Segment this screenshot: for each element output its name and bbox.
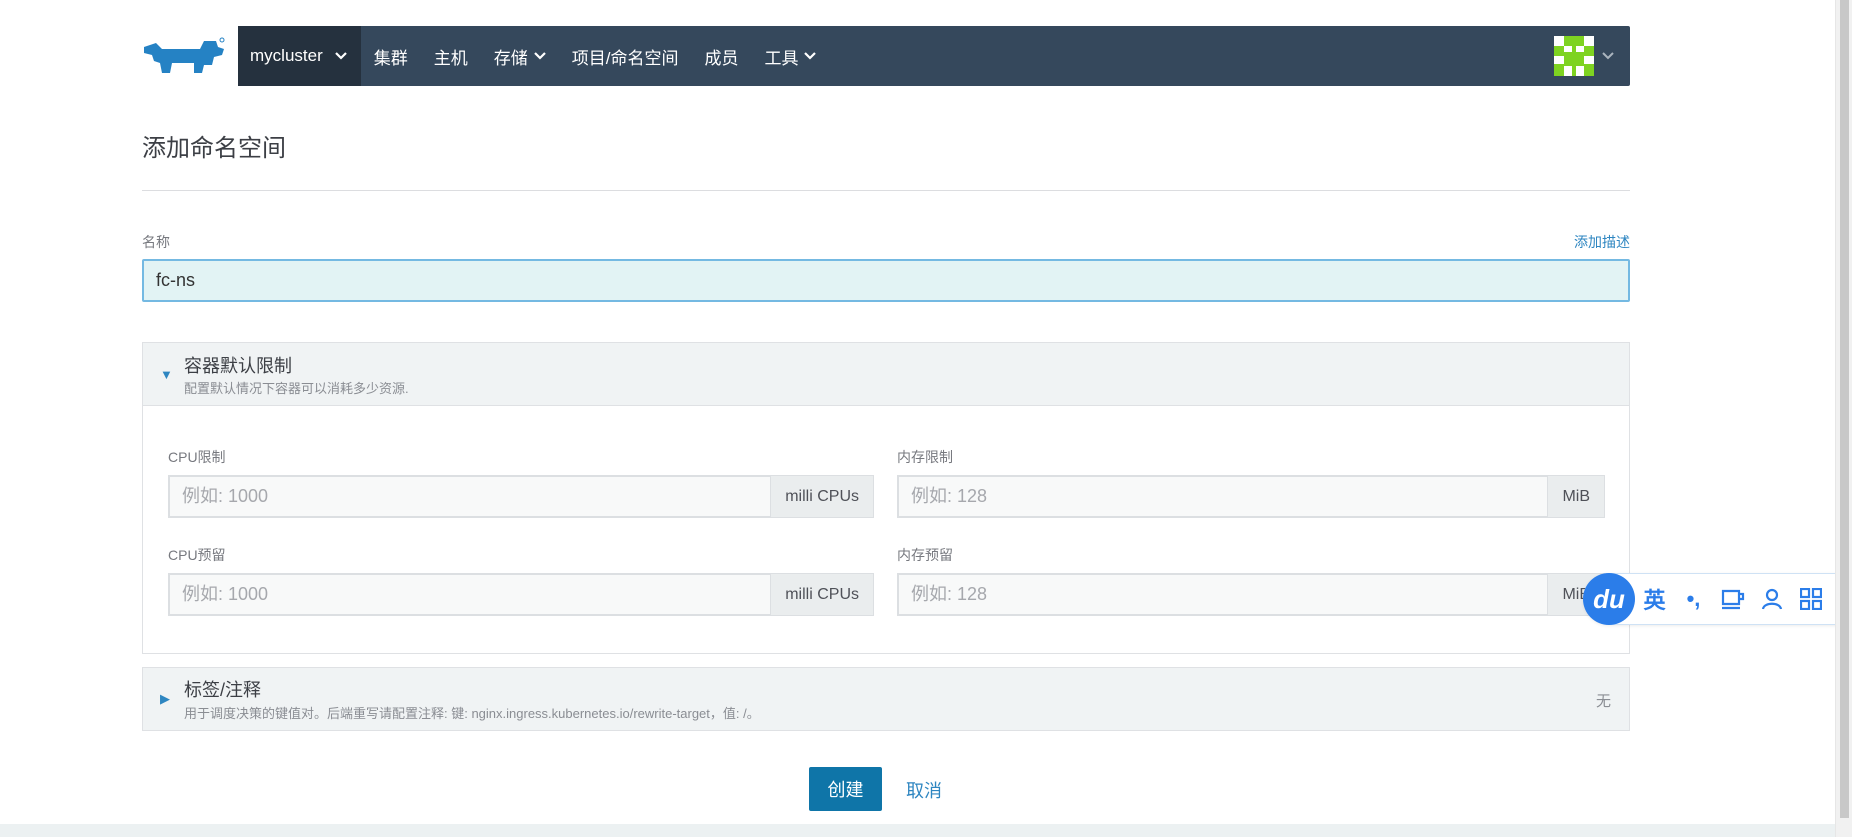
cpu-reservation-label: CPU预留 [168,547,226,563]
cpu-limit-group: milli CPUs [168,475,874,518]
nav-item-label: 工具 [764,48,799,68]
user-menu[interactable] [1554,36,1630,76]
create-button[interactable]: 创建 [809,767,882,811]
labels-status: 无 [1595,693,1611,710]
nav-item-tools[interactable]: 工具 [751,26,829,86]
cancel-button[interactable]: 取消 [906,777,942,803]
panel-subtitle: 用于调度决策的键值对。后端重写请配置注释: 键: nginx.ingress.k… [184,706,760,721]
cluster-switcher[interactable]: mycluster [238,26,361,86]
main-nav: mycluster 集群 主机 存储 项目/命名空间 成员 工具 [238,26,1630,86]
panel-title: 标签/注释 [184,680,262,700]
memory-limit-unit: MiB [1547,475,1605,518]
nav-item-label: 存储 [493,48,528,68]
rancher-logo[interactable] [142,26,238,86]
page-title: 添加命名空间 [142,135,286,162]
cpu-reservation-unit: milli CPUs [770,573,874,616]
cpu-reservation-input[interactable] [168,573,771,616]
cpu-limit-label: CPU限制 [168,449,226,465]
vertical-scrollbar[interactable] [1835,0,1852,837]
ime-toolbar: du 英 •, [1583,573,1841,625]
name-input[interactable] [142,259,1630,302]
cpu-limit-input[interactable] [168,475,771,518]
memory-reservation-group: MiB [897,573,1605,616]
chevron-down-icon [804,52,817,60]
cluster-name: mycluster [250,46,323,65]
panel-title: 容器默认限制 [184,356,292,376]
nav-item-label: 主机 [433,48,468,68]
chevron-down-icon [334,52,347,60]
cup-icon[interactable] [1713,573,1752,625]
memory-limit-input[interactable] [897,475,1548,518]
chevron-down-icon [533,52,546,60]
labels-annotations-panel[interactable]: ▶ 标签/注释 用于调度决策的键值对。后端重写请配置注释: 键: nginx.i… [142,667,1630,731]
cow-logo-icon [144,37,225,73]
ime-logo[interactable]: du [1583,573,1635,625]
cpu-reservation-group: milli CPUs [168,573,874,616]
collapse-triangle-icon: ▼ [160,367,173,382]
chevron-down-icon [1602,52,1614,60]
avatar [1554,36,1594,76]
page-footer-strip [0,824,1835,837]
nav-item-label: 成员 [704,48,739,68]
memory-reservation-label: 内存预留 [897,547,953,563]
memory-reservation-input[interactable] [897,573,1548,616]
user-icon[interactable] [1752,573,1791,625]
panel-subtitle: 配置默认情况下容器可以消耗多少资源. [184,381,409,396]
container-limits-header[interactable]: ▼ 容器默认限制 配置默认情况下容器可以消耗多少资源. [143,343,1629,406]
ime-language-toggle[interactable]: 英 [1635,573,1674,625]
add-description-link[interactable]: 添加描述 [1574,232,1630,252]
grid-icon[interactable] [1791,573,1830,625]
scrollbar-thumb[interactable] [1840,0,1849,818]
name-label: 名称 [142,234,170,250]
expand-triangle-icon: ▶ [160,691,170,706]
nav-item-label: 项目/命名空间 [571,48,679,68]
container-limits-panel: ▼ 容器默认限制 配置默认情况下容器可以消耗多少资源. CPU限制 milli … [142,342,1630,654]
memory-limit-label: 内存限制 [897,449,953,465]
nav-item-clusters[interactable]: 集群 [361,26,421,86]
ime-punctuation-toggle[interactable]: •, [1674,573,1713,625]
nav-item-storage[interactable]: 存储 [481,26,559,86]
top-navigation: mycluster 集群 主机 存储 项目/命名空间 成员 工具 [142,26,1630,86]
nav-item-label: 集群 [373,48,408,68]
nav-item-members[interactable]: 成员 [691,26,751,86]
nav-item-projects-namespaces[interactable]: 项目/命名空间 [559,26,692,86]
nav-item-hosts[interactable]: 主机 [421,26,481,86]
cpu-limit-unit: milli CPUs [770,475,874,518]
memory-limit-group: MiB [897,475,1605,518]
divider [142,190,1630,191]
